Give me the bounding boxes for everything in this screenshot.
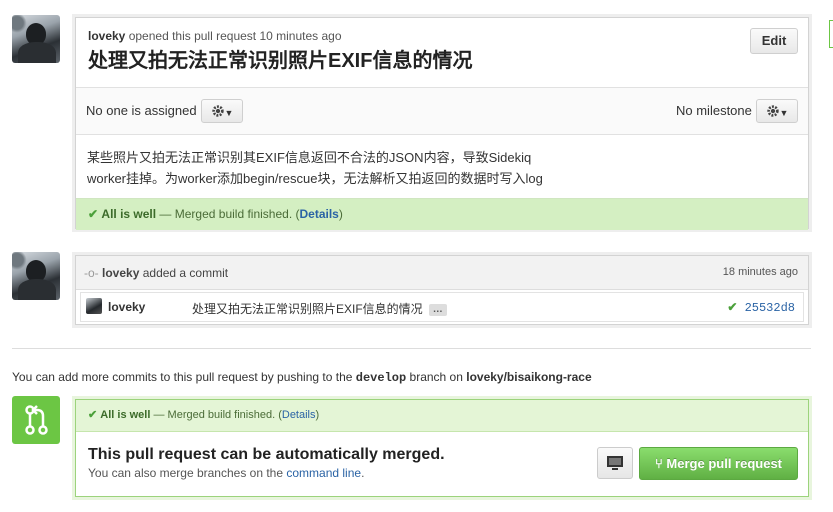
merge-button-label: Merge pull request [666, 456, 782, 471]
opened-text: opened this pull request 10 minutes ago [128, 29, 342, 43]
milestone-gear-button[interactable]: ▼ [756, 99, 798, 123]
milestone-label: No milestone [676, 103, 752, 118]
commit-header-text: -o- loveky added a commit [84, 266, 228, 280]
check-icon: ✔ [88, 207, 99, 221]
merge-status-text: — Merged build finished. ( [150, 409, 282, 421]
pull-request-header: loveky opened this pull request 10 minut… [76, 18, 808, 88]
merge-icon [12, 396, 60, 444]
commit-row-author[interactable]: loveky [108, 300, 145, 314]
merge-small-icon: ⑂ [654, 456, 663, 471]
repo-link[interactable]: loveky/bisaikong-race [466, 370, 591, 384]
check-icon: ✔ [88, 409, 98, 421]
command-line-link[interactable]: command line [286, 466, 361, 480]
commit-row: loveky 处理又拍无法正常识别照片EXIF信息的情况 … ✔ 25532d8 [80, 292, 804, 322]
chevron-down-icon: ▼ [224, 108, 234, 118]
merge-title: This pull request can be automatically m… [88, 446, 445, 463]
expand-message-button[interactable]: … [428, 303, 447, 316]
gear-icon [766, 105, 779, 117]
push-note-middle: branch on [406, 370, 467, 384]
details-link[interactable]: Details [300, 207, 339, 221]
commit-row-avatar [86, 298, 102, 314]
push-note-prefix: You can add more commits to this pull re… [12, 370, 356, 384]
commit-message-wrap: 处理又拍无法正常识别照片EXIF信息的情况 … [192, 300, 447, 317]
build-status-ok: All is well [101, 207, 157, 221]
desktop-icon [607, 456, 623, 470]
build-status-bar: ✔ All is well — Merged build finished. (… [76, 199, 808, 230]
merge-build-status: ✔ All is well — Merged build finished. (… [76, 400, 808, 432]
pull-request-description: 某些照片又拍无法正常识别其EXIF信息返回不合法的JSON内容，导致Sideki… [76, 135, 808, 199]
commit-header: -o- loveky added a commit 18 minutes ago [76, 256, 808, 290]
commit-sha-wrap: ✔ 25532d8 [727, 300, 795, 315]
push-note: You can add more commits to this pull re… [12, 370, 592, 385]
git-merge-icon [25, 405, 48, 435]
check-icon: ✔ [727, 300, 738, 314]
commit-icon: -o- [84, 266, 99, 280]
author-avatar[interactable] [12, 15, 60, 63]
build-status-text: — Merged build finished. ( [156, 207, 300, 221]
chevron-down-icon: ▼ [779, 108, 789, 118]
merge-card: ✔ All is well — Merged build finished. (… [75, 399, 809, 497]
assignee-milestone-bar: No one is assigned ▼ No milestone ▼ [76, 88, 808, 135]
merge-subtext: You can also merge branches on the comma… [88, 466, 364, 480]
merge-sub-prefix: You can also merge branches on the [88, 466, 287, 480]
branch-name: develop [355, 371, 407, 385]
pull-request-card: loveky opened this pull request 10 minut… [75, 17, 809, 230]
merge-status-close: ) [315, 409, 320, 421]
edit-button[interactable]: Edit [750, 28, 798, 54]
commit-author-link[interactable]: loveky [102, 266, 139, 280]
commit-action: added a commit [142, 266, 229, 280]
merge-sub-suffix: . [361, 466, 365, 480]
merge-details-link[interactable]: Details [282, 409, 316, 421]
description-line: worker挂掉。为worker添加begin/rescue块，无法解析又拍返回… [87, 171, 543, 186]
assignee-gear-button[interactable]: ▼ [201, 99, 243, 123]
gear-icon [211, 105, 224, 117]
pull-request-title: 处理又拍无法正常识别照片EXIF信息的情况 [88, 50, 473, 72]
commit-card: -o- loveky added a commit 18 minutes ago… [75, 255, 809, 325]
assignee-label: No one is assigned [86, 103, 197, 118]
divider [12, 348, 811, 349]
commit-time: 18 minutes ago [722, 266, 798, 278]
open-in-desktop-button[interactable] [597, 447, 633, 479]
sidebar-edge [829, 20, 833, 48]
author-link[interactable]: loveky [88, 29, 125, 43]
opened-meta: loveky opened this pull request 10 minut… [88, 29, 796, 43]
merge-pull-request-button[interactable]: ⑂ Merge pull request [639, 447, 798, 480]
build-status-close: ) [338, 207, 343, 221]
description-line: 某些照片又拍无法正常识别其EXIF信息返回不合法的JSON内容，导致Sideki… [87, 150, 532, 165]
commit-sha-link[interactable]: 25532d8 [745, 301, 795, 315]
commit-message[interactable]: 处理又拍无法正常识别照片EXIF信息的情况 [192, 302, 423, 316]
commit-author-avatar[interactable] [12, 252, 60, 300]
merge-status-ok: All is well [100, 409, 151, 421]
